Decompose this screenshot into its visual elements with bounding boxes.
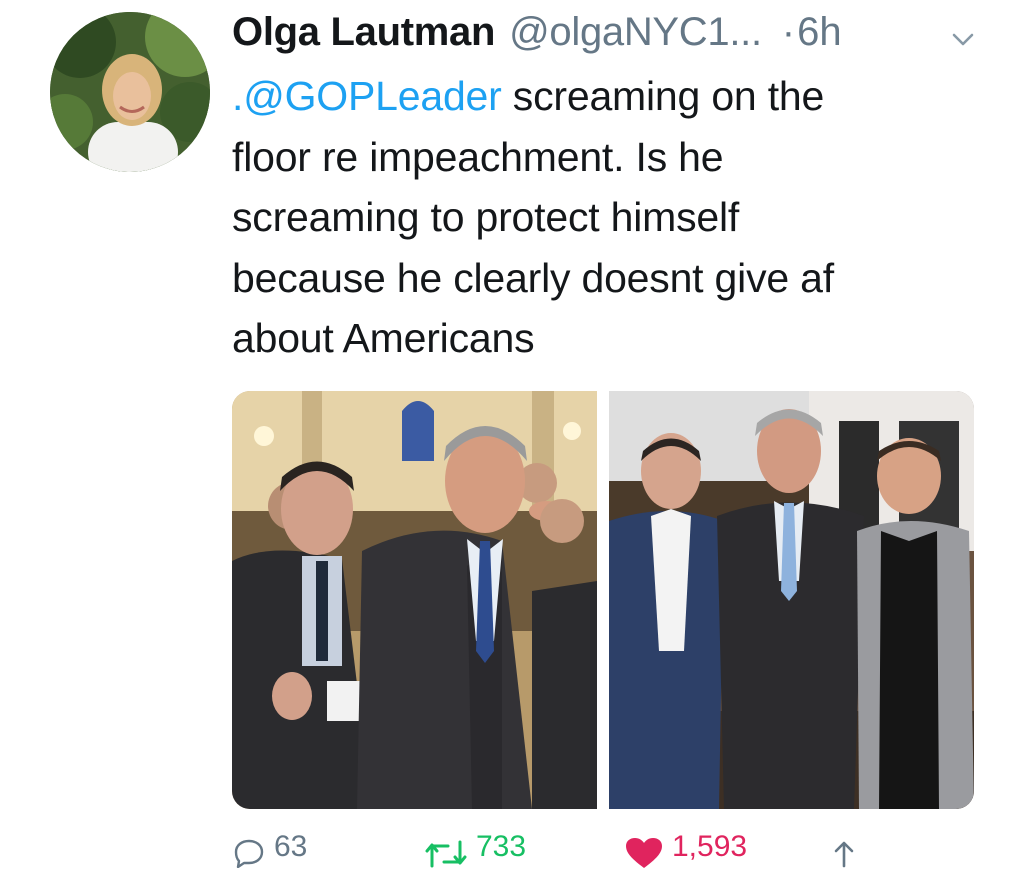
reply-count: 63 xyxy=(274,830,308,863)
heart-icon xyxy=(626,838,662,868)
retweet-button[interactable]: 733 xyxy=(424,830,526,868)
retweet-count: 733 xyxy=(476,830,527,863)
tweet-text-line: screaming to protect himself xyxy=(232,194,740,240)
reply-icon xyxy=(234,839,264,868)
tweet-actions: 63 733 1,593 xyxy=(232,830,972,870)
tweet-header: Olga Lautman @olgaNYC1... · 6h xyxy=(232,8,992,56)
tweet-text-line: floor re impeachment. Is he xyxy=(232,133,724,180)
profile-photo xyxy=(50,12,210,172)
chevron-down-icon[interactable] xyxy=(948,24,978,54)
retweet-icon xyxy=(425,840,467,868)
author-handle[interactable]: @olgaNYC1... xyxy=(509,8,762,56)
timestamp[interactable]: 6h xyxy=(797,8,842,56)
tweet-media xyxy=(232,391,974,809)
like-button[interactable]: 1,593 xyxy=(624,830,747,868)
like-count: 1,593 xyxy=(672,830,748,863)
right-photo-image xyxy=(609,391,974,809)
tweet-text-line: about Americans xyxy=(232,315,535,361)
author-name[interactable]: Olga Lautman xyxy=(232,8,495,56)
tweet-text-line: .@GOPLeader screaming on the xyxy=(232,66,972,127)
left-photo-image xyxy=(232,391,597,809)
tweet-text-line: because he clearly doesnt give af xyxy=(232,254,834,301)
tweet-text: .@GOPLeader screaming on the floor re im… xyxy=(232,66,972,369)
media-photo-right[interactable] xyxy=(609,391,974,809)
share-button[interactable] xyxy=(826,830,870,868)
share-icon xyxy=(834,841,854,868)
tweet-text-fragment: screaming on the xyxy=(501,73,825,119)
avatar[interactable] xyxy=(50,12,210,172)
mention-link[interactable]: .@GOPLeader xyxy=(232,73,502,119)
reply-button[interactable]: 63 xyxy=(232,830,307,868)
media-photo-left[interactable] xyxy=(232,391,597,809)
separator-dot: · xyxy=(781,10,796,54)
